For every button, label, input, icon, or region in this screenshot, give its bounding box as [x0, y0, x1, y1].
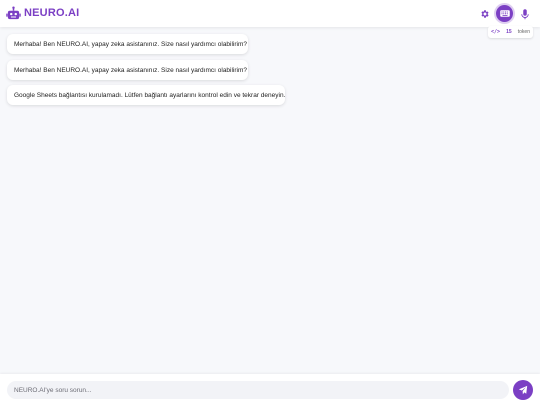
microphone-icon: [521, 8, 529, 19]
send-icon: [518, 385, 528, 395]
robot-icon: [6, 6, 21, 20]
assistant-message: Merhaba! Ben NEURO.AI, yapay zeka asista…: [7, 34, 248, 54]
keyboard-mode-button[interactable]: [496, 5, 513, 22]
token-counter: </> 15 token: [488, 26, 533, 38]
keyboard-icon: [499, 10, 510, 17]
code-icon: </>: [491, 29, 501, 35]
send-button[interactable]: [513, 380, 533, 400]
assistant-message: Google Sheets bağlantısı kurulamadı. Lüt…: [7, 85, 285, 105]
assistant-message: Merhaba! Ben NEURO.AI, yapay zeka asista…: [7, 60, 248, 80]
voice-input-button[interactable]: [518, 7, 532, 21]
settings-button[interactable]: [478, 7, 492, 21]
gear-icon: [481, 10, 489, 18]
chat-input[interactable]: [7, 381, 509, 399]
brand-name: NEURO.AI: [24, 7, 80, 19]
composer-bar: [0, 374, 540, 405]
token-unit: token: [517, 29, 530, 35]
top-bar: NEURO.AI: [0, 0, 540, 27]
token-count: 15: [506, 29, 512, 35]
